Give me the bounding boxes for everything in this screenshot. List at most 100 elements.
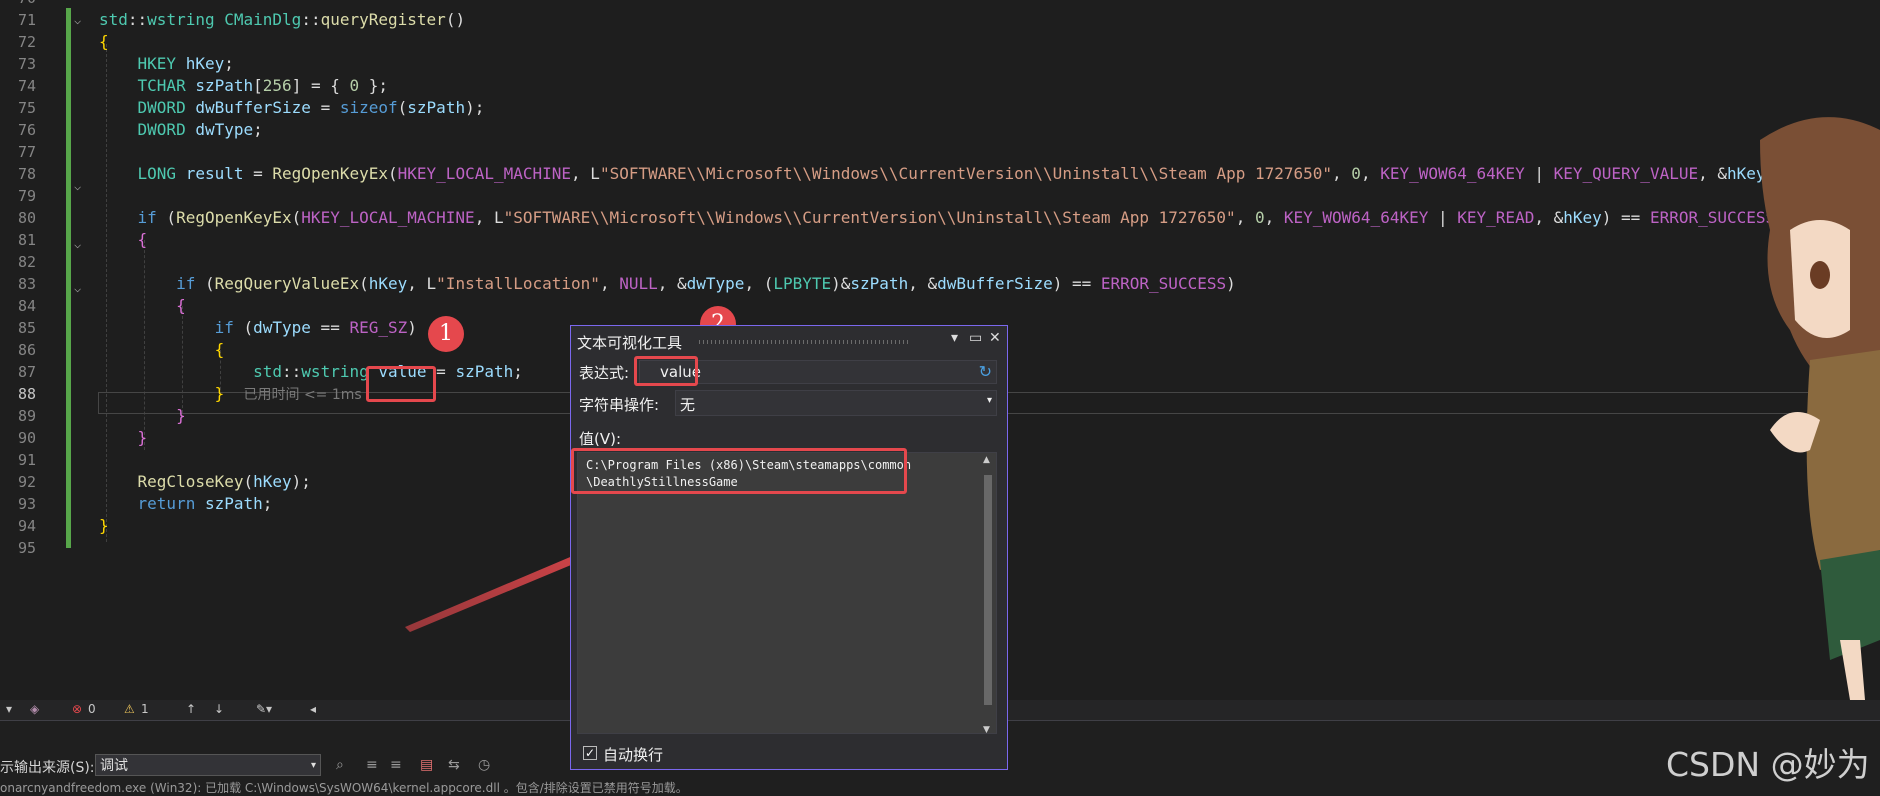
anime-mascot-illustration [1760, 117, 1880, 700]
code-line: { [99, 32, 109, 51]
prev-message-icon[interactable]: ≡ [366, 757, 378, 773]
output-source-select[interactable]: 调试 ▾ [95, 754, 321, 776]
brush-icon[interactable]: ✎▾ [256, 702, 272, 716]
fold-chevron-icon[interactable]: ⌵ [74, 180, 86, 192]
chevron-down-icon: ▾ [986, 395, 992, 406]
output-log-line: onarcnyandfreedom.exe (Win32): 已加载 C:\Wi… [0, 781, 688, 795]
line-number: 91 [17, 451, 36, 469]
code-line: { [176, 296, 186, 315]
chevron-down-icon: ▾ [310, 760, 316, 771]
code-line: { [214, 340, 225, 359]
code-line: std::wstring CMainDlg::queryRegister() [99, 10, 466, 29]
code-line: if (dwType == REG_SZ) [214, 318, 417, 337]
close-icon[interactable]: ✕ [989, 330, 1001, 346]
code-line: } [99, 516, 109, 535]
arrow-up-icon[interactable]: ↑ [186, 702, 196, 716]
error-count[interactable]: 0 [88, 702, 96, 716]
warning-icon[interactable]: ⚠ [124, 702, 135, 716]
code-line: if (RegOpenKeyEx(HKEY_LOCAL_MACHINE, L"S… [137, 208, 1785, 227]
annotation-badge-1: 1 [428, 316, 464, 352]
code-line: DWORD dwBufferSize = sizeof(szPath); [137, 98, 485, 117]
line-number: 95 [17, 539, 36, 557]
line-number: 88 [17, 385, 36, 403]
code-line: TCHAR szPath[256] = { 0 }; [137, 76, 389, 95]
fold-chevron-icon[interactable]: ⌵ [74, 282, 86, 294]
line-number: 94 [17, 517, 36, 535]
dialog-title-bar[interactable]: 文本可视化工具 ▾ ▭ ✕ [571, 326, 1007, 356]
line-number: 90 [17, 429, 36, 447]
line-number: 93 [17, 495, 36, 513]
line-number: 70 [0, 0, 36, 9]
clear-all-icon[interactable]: ▤ [420, 757, 433, 773]
line-number: 92 [17, 473, 36, 491]
code-line: { [137, 230, 148, 249]
code-line: if (RegQueryValueEx(hKey, L"InstallLocat… [176, 274, 1236, 293]
arrow-down-icon[interactable]: ↓ [214, 702, 224, 716]
text-visualizer-dialog: 文本可视化工具 ▾ ▭ ✕ 表达式: value ↻ 字符串操作: 无 ▾ 值(… [570, 325, 1008, 770]
options-dropdown-icon[interactable]: ▾ [951, 330, 958, 346]
scroll-down-icon[interactable]: ▼ [983, 725, 990, 735]
toggle-wrap-icon[interactable]: ⇆ [448, 757, 460, 773]
string-op-label: 字符串操作: [579, 396, 660, 414]
string-op-select[interactable]: 无 ▾ [675, 390, 997, 416]
vertical-scrollbar[interactable]: ▲ ▼ [982, 455, 994, 735]
copilot-icon[interactable]: ◈ [30, 702, 39, 716]
clock-icon[interactable]: ◷ [478, 757, 490, 773]
line-number: 80 [17, 209, 36, 227]
drag-grip[interactable] [699, 340, 911, 344]
error-icon[interactable]: ⊗ [72, 702, 82, 716]
wrap-checkbox[interactable]: ✓ [583, 746, 597, 760]
line-number: 78 [17, 165, 36, 183]
dialog-title: 文本可视化工具 [577, 334, 683, 352]
code-line: LONG result = RegOpenKeyEx(HKEY_LOCAL_MA… [137, 164, 1785, 183]
code-line: } 已用时间 <= 1ms [214, 384, 362, 403]
line-number: 81 [17, 231, 36, 249]
wrap-label: 自动换行 [603, 746, 664, 764]
line-number: 71 [17, 11, 36, 29]
line-number-gutter: 70 71 72 73 74 75 76 77 78 79 80 81 82 83 84 85 86 87 88 89… [0, 0, 60, 700]
csdn-watermark: CSDN @妙为 [1666, 745, 1870, 784]
next-message-icon[interactable]: ≡ [390, 757, 402, 773]
scroll-up-icon[interactable]: ▲ [983, 455, 990, 465]
line-number: 73 [17, 55, 36, 73]
line-number: 77 [17, 143, 36, 161]
line-number: 84 [17, 297, 36, 315]
find-icon[interactable]: ⌕ [336, 757, 344, 773]
annotation-box-value-text [571, 448, 907, 494]
code-line: return szPath; [137, 494, 273, 513]
code-line: } [176, 406, 186, 425]
line-number: 72 [17, 33, 36, 51]
output-source-value: 调试 [100, 758, 128, 774]
change-tracking-bar [66, 8, 71, 548]
annotation-box-expression [634, 356, 698, 386]
line-number: 89 [17, 407, 36, 425]
maximize-icon[interactable]: ▭ [969, 330, 982, 346]
annotation-box-value-variable [366, 366, 436, 402]
refresh-icon[interactable]: ↻ [979, 362, 992, 381]
code-line: HKEY hKey; [137, 54, 234, 73]
elapsed-time-hint: 已用时间 <= 1ms [243, 387, 362, 403]
warning-count[interactable]: 1 [141, 702, 149, 716]
line-number: 87 [17, 363, 36, 381]
line-number: 82 [17, 253, 36, 271]
fold-chevron-icon[interactable]: ⌵ [74, 14, 86, 26]
line-number: 85 [17, 319, 36, 337]
code-line: RegCloseKey(hKey); [137, 472, 311, 491]
dropdown-icon[interactable]: ▾ [6, 702, 12, 716]
scrollbar-thumb[interactable] [984, 475, 992, 705]
output-source-label: 示输出来源(S): [0, 760, 95, 776]
fold-chevron-icon[interactable]: ⌵ [74, 238, 86, 250]
expression-label: 表达式: [579, 364, 630, 382]
line-number: 76 [17, 121, 36, 139]
line-number: 86 [17, 341, 36, 359]
scroll-left-icon[interactable]: ◂ [310, 702, 316, 716]
value-textarea[interactable]: C:\Program Files (x86)\Steam\steamapps\c… [577, 452, 997, 735]
line-number: 75 [17, 99, 36, 117]
line-number: 83 [17, 275, 36, 293]
line-number: 79 [17, 187, 36, 205]
code-line: std::wstring value = szPath; [253, 362, 523, 381]
value-label: 值(V): [579, 430, 622, 448]
line-number: 74 [17, 77, 36, 95]
code-line: } [137, 428, 148, 447]
string-op-value: 无 [680, 396, 696, 414]
